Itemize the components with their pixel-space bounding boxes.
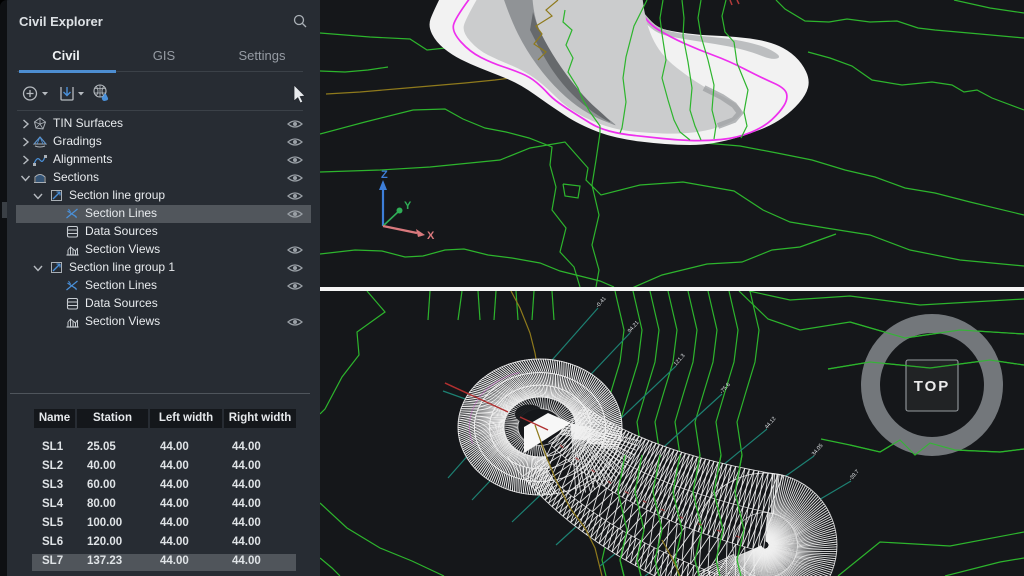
svg-text:TOP: TOP: [914, 378, 951, 395]
svg-text:Y: Y: [404, 200, 412, 212]
svg-text:Z: Z: [381, 169, 388, 181]
svg-text:X: X: [427, 230, 435, 242]
